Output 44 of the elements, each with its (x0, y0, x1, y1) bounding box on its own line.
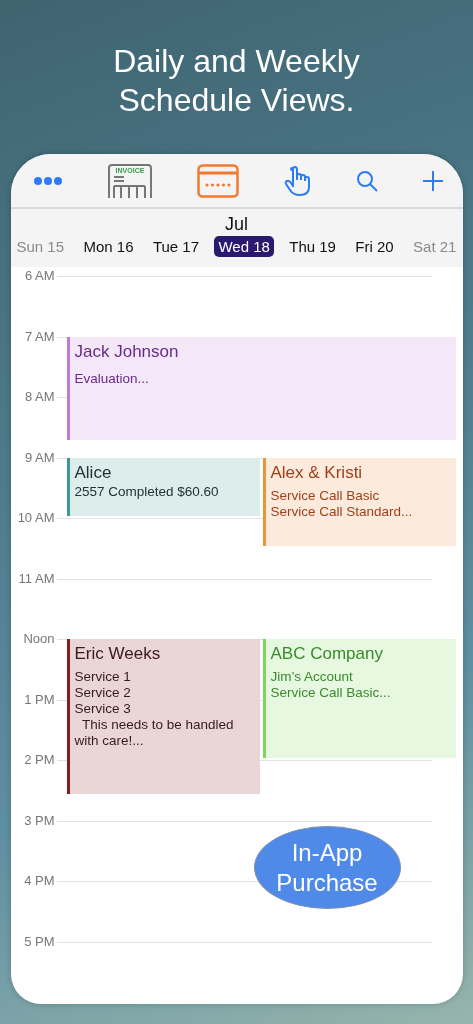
event-title: Alex & Kristi (270, 462, 364, 484)
hour-label: 4 PM (23, 874, 55, 888)
hour-label: 8 AM (23, 390, 55, 404)
event-title: ABC Company (270, 643, 384, 665)
day-tab[interactable]: Fri 20 (351, 236, 398, 257)
day-tab[interactable]: Thu 19 (285, 236, 340, 257)
event-detail: Service Call Basic (270, 488, 381, 504)
more-icon[interactable] (32, 175, 63, 186)
event-detail: Service 1 (74, 669, 132, 685)
headline: Daily and Weekly Schedule Views. (113, 42, 360, 120)
event-detail: Evaluation... (74, 371, 150, 387)
event-detail: Service 3 (74, 701, 132, 717)
day-tab[interactable]: Wed 18 (214, 236, 274, 257)
hour-label: 1 PM (23, 692, 55, 707)
event-detail: Service Call Basic... (270, 685, 392, 701)
hour-label: 10 AM (16, 511, 55, 525)
hour-label: Noon (22, 632, 55, 646)
hour-label: 7 AM (23, 329, 55, 344)
search-icon[interactable] (356, 169, 379, 192)
event-detail: Service 2 (74, 685, 132, 701)
credit-card-icon[interactable] (197, 163, 240, 198)
event-title: Jack Johnson (74, 341, 180, 363)
event-detail: Service Call Standard... (270, 504, 414, 520)
calendar-event[interactable]: Alex & Kristi Service Call Basic Service Call Standard... (262, 458, 456, 546)
calendar-event[interactable]: Jack Johnson Evaluation... (66, 337, 456, 440)
hour-label: 5 PM (23, 934, 55, 949)
day-tab[interactable]: Mon 16 (79, 236, 138, 257)
event-title: Eric Weeks (74, 643, 162, 665)
event-title: Alice (74, 462, 113, 484)
hour-label: 11 AM (17, 571, 55, 586)
hand-icon[interactable] (283, 164, 312, 197)
hour-label: 2 PM (23, 753, 55, 767)
hour-label: 9 AM (23, 450, 55, 465)
calendar-event[interactable]: ABC Company Jim’s Account Service Call Basic... (262, 639, 456, 758)
hour-label: 6 AM (23, 269, 55, 283)
event-detail: 2557 Completed $60.60 (74, 484, 220, 500)
event-detail: Jim’s Account (270, 669, 354, 685)
hour-label: 3 PM (23, 813, 55, 828)
add-icon[interactable] (422, 169, 445, 192)
calendar-event[interactable]: Alice 2557 Completed $60.60 (66, 458, 260, 516)
month-label: Jul (225, 214, 248, 234)
event-detail: This needs to be handled with care!... (74, 717, 235, 749)
calendar-event[interactable]: Eric Weeks Service 1 Service 2 Service 3 This needs to be handled with care!... (66, 639, 260, 794)
day-tab[interactable]: Tue 17 (148, 236, 204, 257)
